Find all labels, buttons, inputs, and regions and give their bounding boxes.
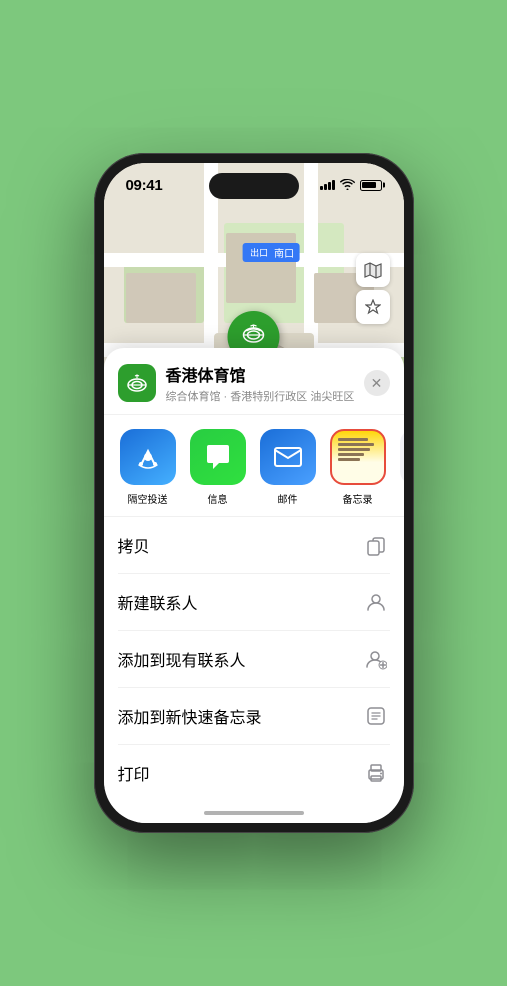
- close-icon: ✕: [371, 375, 383, 392]
- home-indicator-area: [104, 801, 404, 823]
- mail-label: 邮件: [278, 491, 298, 506]
- dynamic-island: [209, 173, 299, 199]
- notes-line-2: [338, 443, 374, 446]
- airdrop-label: 隔空投送: [128, 491, 168, 506]
- venue-info: 香港体育馆 综合体育馆 · 香港特别行政区 油尖旺区: [166, 362, 364, 404]
- share-item-notes[interactable]: 备忘录: [328, 429, 388, 506]
- notes-line-4: [338, 453, 364, 456]
- notes-app-icon: [330, 429, 386, 485]
- bottom-sheet: 香港体育馆 综合体育馆 · 香港特别行政区 油尖旺区 ✕: [104, 348, 404, 823]
- notes-line-5: [338, 458, 360, 461]
- new-contact-label: 新建联系人: [118, 590, 198, 614]
- copy-label: 拷贝: [118, 533, 150, 557]
- notes-label: 备忘录: [343, 491, 373, 506]
- home-indicator: [204, 811, 304, 815]
- gate-tag: 出口: [247, 245, 271, 260]
- messages-label: 信息: [208, 491, 228, 506]
- south-gate-text: 南口: [274, 245, 294, 260]
- messages-icon: [190, 429, 246, 485]
- signal-bars-icon: [320, 180, 335, 190]
- battery-icon: [360, 180, 382, 191]
- status-time: 09:41: [126, 177, 163, 194]
- share-item-more[interactable]: 拷贝: [398, 429, 404, 506]
- status-icons: [320, 178, 382, 193]
- add-notes-icon: [362, 702, 390, 730]
- share-row: 隔空投送 信息: [104, 415, 404, 517]
- action-new-contact[interactable]: 新建联系人: [118, 574, 390, 631]
- more-icon: [400, 429, 404, 485]
- action-add-notes[interactable]: 添加到新快速备忘录: [118, 688, 390, 745]
- phone-frame: 09:41: [94, 153, 414, 833]
- share-item-mail[interactable]: 邮件: [258, 429, 318, 506]
- new-contact-icon: [362, 588, 390, 616]
- map-type-button[interactable]: [356, 253, 390, 287]
- share-item-messages[interactable]: 信息: [188, 429, 248, 506]
- action-print[interactable]: 打印: [118, 745, 390, 801]
- venue-header: 香港体育馆 综合体育馆 · 香港特别行政区 油尖旺区 ✕: [104, 348, 404, 415]
- copy-icon: [362, 531, 390, 559]
- action-copy[interactable]: 拷贝: [118, 517, 390, 574]
- action-add-existing[interactable]: 添加到现有联系人: [118, 631, 390, 688]
- map-controls: [356, 253, 390, 324]
- location-button[interactable]: [356, 290, 390, 324]
- add-notes-label: 添加到新快速备忘录: [118, 704, 262, 728]
- print-label: 打印: [118, 761, 150, 785]
- print-icon: [362, 759, 390, 787]
- venue-icon: [118, 364, 156, 402]
- action-list: 拷贝 新建联系人: [104, 517, 404, 801]
- wifi-icon: [340, 178, 355, 193]
- add-existing-icon: [362, 645, 390, 673]
- notes-line-1: [338, 438, 368, 441]
- venue-description: 综合体育馆 · 香港特别行政区 油尖旺区: [166, 388, 364, 404]
- mail-icon: [260, 429, 316, 485]
- venue-name: 香港体育馆: [166, 362, 364, 386]
- share-item-airdrop[interactable]: 隔空投送: [118, 429, 178, 506]
- close-button[interactable]: ✕: [364, 370, 390, 396]
- phone-screen: 09:41: [104, 163, 404, 823]
- airdrop-icon: [120, 429, 176, 485]
- add-existing-label: 添加到现有联系人: [118, 647, 246, 671]
- notes-line-3: [338, 448, 370, 451]
- south-gate-label: 出口 南口: [242, 243, 299, 262]
